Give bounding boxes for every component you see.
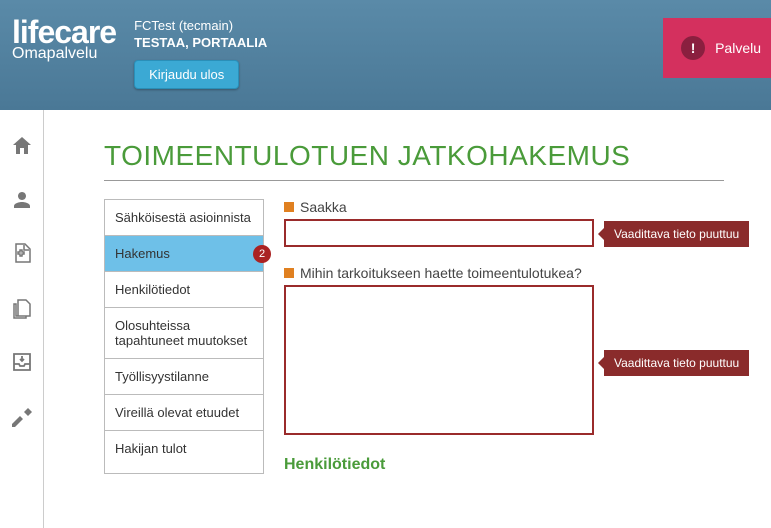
step-label: Sähköisestä asioinnista	[115, 210, 251, 225]
user-name: TESTAA, PORTAALIA	[134, 35, 267, 50]
tarkoitus-textarea[interactable]	[284, 285, 594, 435]
user-context: FCTest (tecmain)	[134, 18, 267, 33]
field-tarkoitus: Mihin tarkoitukseen haette toimeentulotu…	[284, 265, 771, 438]
step-nav: Sähköisestä asioinnista Hakemus 2 Henkil…	[104, 199, 264, 474]
logout-button[interactable]: Kirjaudu ulos	[134, 60, 239, 89]
step-olosuhteissa[interactable]: Olosuhteissa tapahtuneet muutokset	[105, 308, 263, 359]
title-divider	[104, 180, 724, 181]
alert-label: Palvelu	[715, 40, 761, 56]
step-label: Vireillä olevat etuudet	[115, 405, 239, 420]
label-text: Mihin tarkoitukseen haette toimeentulotu…	[300, 265, 582, 281]
files-icon[interactable]	[10, 296, 34, 320]
required-marker-icon	[284, 202, 294, 212]
required-marker-icon	[284, 268, 294, 278]
step-label: Olosuhteissa tapahtuneet muutokset	[115, 318, 247, 348]
logo: lifecare Omapalvelu	[12, 18, 116, 63]
step-label: Työllisyystilanne	[115, 369, 209, 384]
body-wrap: TOIMEENTULOTUEN JATKOHAKEMUS Sähköisestä…	[0, 110, 771, 528]
step-hakijan-tulot[interactable]: Hakijan tulot	[105, 431, 263, 466]
file-add-icon[interactable]	[10, 242, 34, 266]
section-heading: Henkilötiedot	[284, 456, 771, 474]
error-badge: 2	[253, 245, 271, 263]
inbox-icon[interactable]	[10, 350, 34, 374]
form-column: Saakka Vaadittava tieto puuttuu Mihin ta…	[284, 199, 771, 474]
user-block: FCTest (tecmain) TESTAA, PORTAALIA Kirja…	[134, 18, 267, 89]
saakka-input[interactable]	[284, 219, 594, 247]
step-tyollisyys[interactable]: Työllisyystilanne	[105, 359, 263, 395]
label-text: Saakka	[300, 199, 347, 215]
sidebar-icons	[0, 110, 44, 528]
logo-main: lifecare	[12, 18, 116, 47]
service-alert[interactable]: ! Palvelu	[663, 18, 771, 78]
step-sahkoisesta[interactable]: Sähköisestä asioinnista	[105, 200, 263, 236]
content-area: TOIMEENTULOTUEN JATKOHAKEMUS Sähköisestä…	[44, 110, 771, 528]
alert-icon: !	[681, 36, 705, 60]
page-title: TOIMEENTULOTUEN JATKOHAKEMUS	[104, 140, 771, 172]
step-label: Henkilötiedot	[115, 282, 190, 297]
field-label: Saakka	[284, 199, 771, 215]
step-vireilla[interactable]: Vireillä olevat etuudet	[105, 395, 263, 431]
person-icon[interactable]	[10, 188, 34, 212]
app-header: lifecare Omapalvelu FCTest (tecmain) TES…	[0, 0, 771, 110]
step-henkilotiedot[interactable]: Henkilötiedot	[105, 272, 263, 308]
error-message: Vaadittava tieto puuttuu	[604, 221, 749, 247]
home-icon[interactable]	[10, 134, 34, 158]
main-row: Sähköisestä asioinnista Hakemus 2 Henkil…	[104, 199, 771, 474]
gavel-icon[interactable]	[10, 404, 34, 428]
field-saakka: Saakka Vaadittava tieto puuttuu	[284, 199, 771, 247]
error-message: Vaadittava tieto puuttuu	[604, 350, 749, 376]
step-label: Hakijan tulot	[115, 441, 187, 456]
field-label: Mihin tarkoitukseen haette toimeentulotu…	[284, 265, 771, 281]
step-hakemus[interactable]: Hakemus 2	[105, 236, 263, 272]
step-label: Hakemus	[115, 246, 170, 261]
